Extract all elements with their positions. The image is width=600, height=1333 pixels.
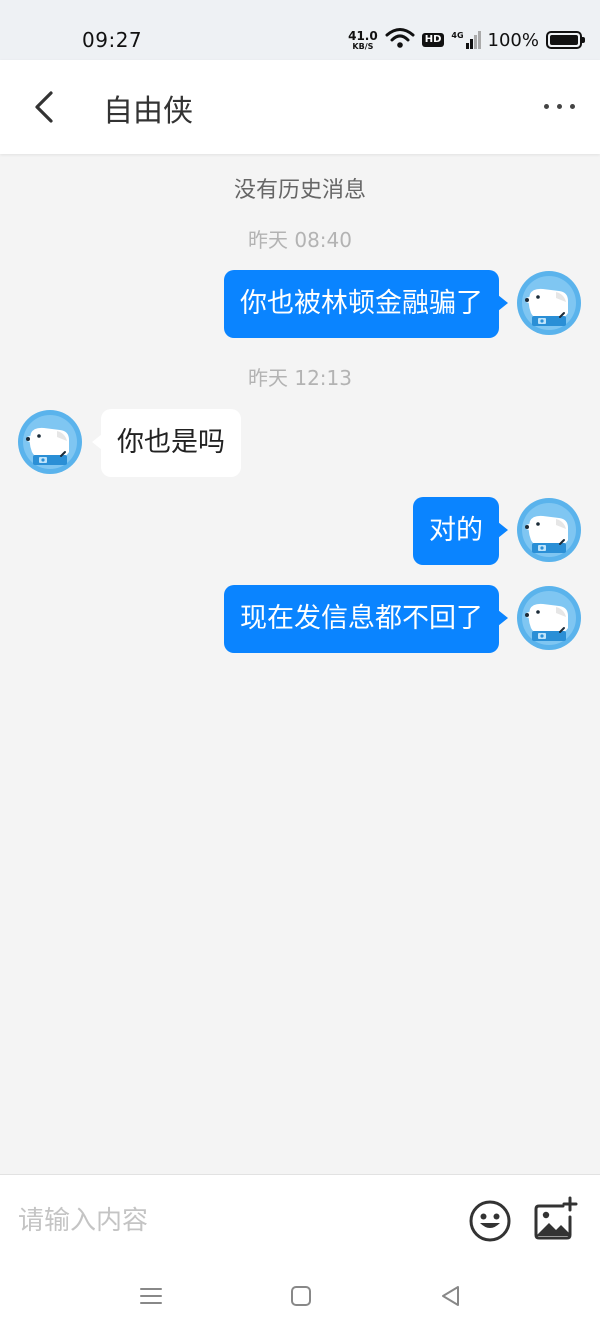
more-horizontal-icon <box>543 103 575 109</box>
add-image-button[interactable] <box>531 1195 579 1243</box>
chat-header: 自由侠 <box>0 60 600 154</box>
battery-percent: 100% <box>487 29 539 51</box>
message-bubble-incoming[interactable]: 你也是吗 <box>92 409 241 477</box>
network-speed: 41.0 KB/S <box>348 30 378 51</box>
more-options-button[interactable] <box>534 86 584 126</box>
nav-menu-button[interactable] <box>137 1282 165 1310</box>
message-input[interactable] <box>18 1197 438 1245</box>
my-avatar[interactable] <box>516 270 582 336</box>
network-type: 4G <box>451 31 464 40</box>
chat-title: 自由侠 <box>103 94 193 129</box>
signal-icon: 4G <box>451 31 481 49</box>
message-timestamp: 昨天 08:40 <box>248 228 352 252</box>
emoji-button[interactable] <box>468 1199 512 1243</box>
nav-home-button[interactable] <box>287 1282 315 1310</box>
wifi-icon <box>385 27 415 53</box>
message-bubble-outgoing[interactable]: 现在发信息都不回了 <box>224 585 508 653</box>
network-speed-unit: KB/S <box>352 41 374 51</box>
home-square-icon <box>291 1286 311 1306</box>
my-avatar[interactable] <box>516 585 582 651</box>
battery-icon <box>546 31 585 49</box>
my-avatar[interactable] <box>516 497 582 563</box>
smiley-icon <box>469 1200 511 1242</box>
menu-icon <box>140 1288 162 1304</box>
network-speed-value: 41.0 <box>348 28 378 43</box>
nav-back-button[interactable] <box>437 1282 465 1310</box>
system-nav-bar <box>0 1266 600 1326</box>
hd-icon: HD <box>421 33 445 47</box>
status-indicators: 41.0 KB/S HD 4G 100% <box>348 26 585 54</box>
chevron-left-icon <box>35 91 53 123</box>
message-bubble-outgoing[interactable]: 对的 <box>413 497 508 565</box>
status-bar: 09:27 41.0 KB/S HD 4G 100% <box>0 0 600 60</box>
no-history-notice: 没有历史消息 <box>233 178 366 203</box>
contact-avatar[interactable] <box>17 409 83 475</box>
back-triangle-icon <box>442 1286 459 1306</box>
message-bubble-outgoing[interactable]: 你也被林顿金融骗了 <box>224 270 508 338</box>
back-button[interactable] <box>22 84 68 130</box>
image-add-icon <box>534 1196 578 1240</box>
message-timestamp: 昨天 12:13 <box>248 366 352 390</box>
status-time: 09:27 <box>82 28 143 52</box>
